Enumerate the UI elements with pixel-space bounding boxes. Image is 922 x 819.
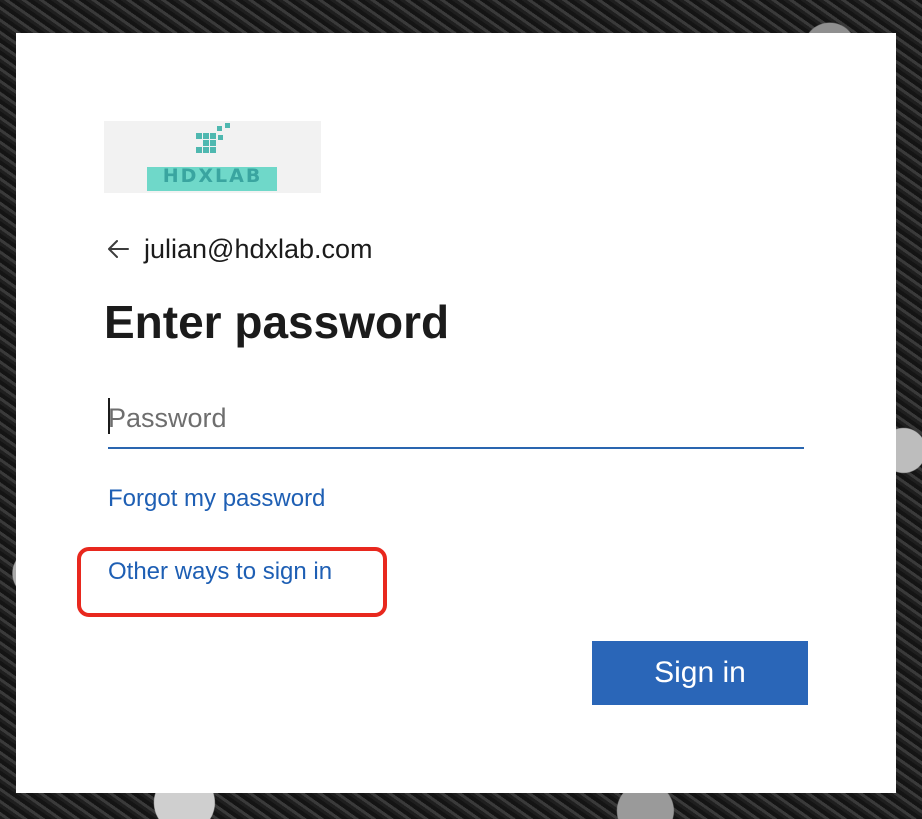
identity-banner: julian@hdxlab.com (104, 229, 373, 269)
logo-mark-icon (196, 123, 230, 153)
sign-in-card: HDXLAB julian@hdxlab.com Enter password … (16, 33, 896, 793)
other-ways-to-sign-in-link[interactable]: Other ways to sign in (108, 558, 332, 586)
company-logo: HDXLAB (104, 121, 321, 193)
account-email: julian@hdxlab.com (144, 233, 373, 264)
back-arrow-icon[interactable] (104, 235, 132, 263)
logo-text: HDXLAB (162, 165, 263, 187)
sign-in-button[interactable]: Sign in (592, 641, 808, 705)
page-title: Enter password (104, 296, 450, 348)
forgot-password-link[interactable]: Forgot my password (108, 485, 325, 513)
text-cursor (108, 398, 110, 434)
password-field-container (108, 389, 804, 449)
password-input[interactable] (108, 389, 804, 447)
